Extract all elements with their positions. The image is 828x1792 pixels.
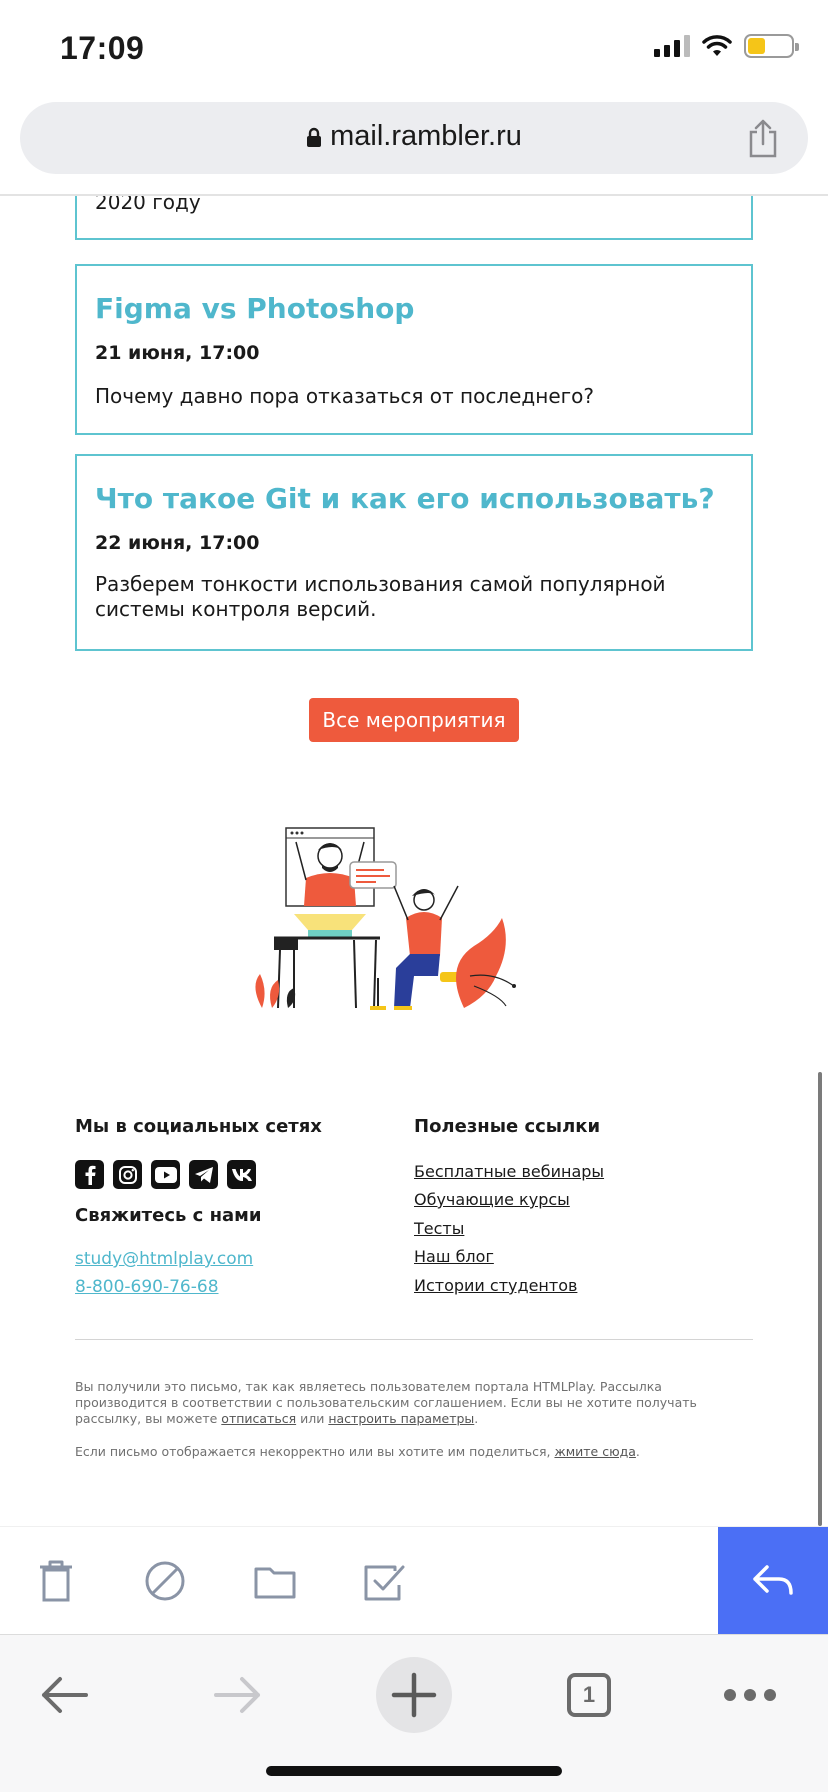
youtube-icon[interactable] — [151, 1160, 180, 1189]
social-heading: Мы в социальных сетях — [75, 1116, 322, 1137]
instagram-icon[interactable] — [113, 1160, 142, 1189]
event-date: 21 июня, 17:00 — [95, 342, 260, 364]
tabs-button[interactable]: 1 — [551, 1657, 627, 1733]
unsubscribe-link[interactable]: отписаться — [221, 1411, 296, 1426]
view-online-notice: Если письмо отображается некорректно или… — [75, 1444, 753, 1460]
useful-links-heading: Полезные ссылки — [414, 1116, 601, 1137]
new-tab-button[interactable] — [376, 1657, 452, 1733]
facebook-icon[interactable] — [75, 1160, 104, 1189]
legal-notice: Вы получили это письмо, так как являетес… — [75, 1379, 753, 1427]
people-illustration — [255, 827, 516, 1010]
share-icon[interactable] — [746, 118, 780, 158]
more-menu-button[interactable] — [712, 1657, 788, 1733]
page-scrollbar[interactable] — [818, 1072, 822, 1526]
wifi-icon — [702, 35, 732, 56]
lock-icon — [307, 127, 322, 147]
useful-link[interactable]: Наш блог — [414, 1247, 494, 1266]
tab-count: 1 — [567, 1673, 611, 1717]
event-date: 22 июня, 17:00 — [95, 532, 260, 554]
trash-icon[interactable] — [32, 1557, 80, 1605]
battery-icon — [744, 34, 799, 58]
forward-button[interactable] — [200, 1657, 276, 1733]
event-title[interactable]: Что такое Git и как его использовать? — [95, 482, 715, 515]
view-online-period: . — [635, 1444, 640, 1459]
folder-icon[interactable] — [251, 1557, 299, 1605]
event-card: Figma vs Photoshop 21 июня, 17:00 Почему… — [75, 264, 753, 435]
event-card-partial-text: 2020 году — [95, 196, 201, 214]
plus-icon — [391, 1672, 437, 1718]
more-dots-icon — [724, 1689, 776, 1701]
reply-button[interactable] — [718, 1527, 828, 1635]
all-events-button[interactable]: Все мероприятия — [309, 698, 519, 742]
event-description: Разберем тонкости использования самой по… — [95, 572, 666, 621]
status-time: 17:09 — [60, 30, 145, 66]
status-bar: 17:09 — [0, 0, 828, 96]
vk-icon[interactable] — [227, 1160, 256, 1189]
view-online-text: Если письмо отображается некорректно или… — [75, 1444, 551, 1459]
useful-link[interactable]: Бесплатные вебинары — [414, 1162, 604, 1181]
email-body: 2020 году Figma vs Photoshop 21 июня, 17… — [0, 196, 828, 1526]
url-display[interactable]: mail.rambler.ru — [20, 120, 808, 153]
event-description: Почему давно пора отказаться от последне… — [95, 384, 594, 408]
forward-arrow-icon — [214, 1677, 260, 1713]
contact-heading: Свяжитесь с нами — [75, 1205, 262, 1226]
address-bar[interactable]: mail.rambler.ru — [20, 102, 808, 174]
contact-email-link[interactable]: study@htmlplay.com — [75, 1249, 253, 1269]
url-text: mail.rambler.ru — [330, 120, 522, 152]
mark-read-icon[interactable] — [361, 1557, 409, 1605]
useful-link[interactable]: Тесты — [414, 1219, 464, 1238]
event-card: Что такое Git и как его использовать? 22… — [75, 454, 753, 651]
view-online-link[interactable]: жмите сюда — [554, 1444, 635, 1459]
telegram-icon[interactable] — [189, 1160, 218, 1189]
event-title[interactable]: Figma vs Photoshop — [95, 292, 414, 325]
legal-or: или — [300, 1411, 325, 1426]
contact-phone-link[interactable]: 8-800-690-76-68 — [75, 1277, 219, 1297]
event-card-partial: 2020 году — [75, 196, 753, 240]
useful-link[interactable]: Истории студентов — [414, 1276, 577, 1295]
back-arrow-icon — [42, 1677, 88, 1713]
useful-link[interactable]: Обучающие курсы — [414, 1190, 570, 1209]
settings-link[interactable]: настроить параметры — [328, 1411, 474, 1426]
reply-icon — [753, 1565, 793, 1595]
legal-period: . — [474, 1411, 479, 1426]
footer-divider — [75, 1339, 753, 1340]
mail-actions-toolbar — [0, 1526, 828, 1635]
status-icons — [654, 34, 799, 58]
back-button[interactable] — [26, 1657, 102, 1733]
cellular-signal-icon — [654, 35, 690, 57]
home-indicator — [266, 1766, 562, 1776]
block-icon[interactable] — [141, 1557, 189, 1605]
social-icons-row — [75, 1160, 256, 1189]
